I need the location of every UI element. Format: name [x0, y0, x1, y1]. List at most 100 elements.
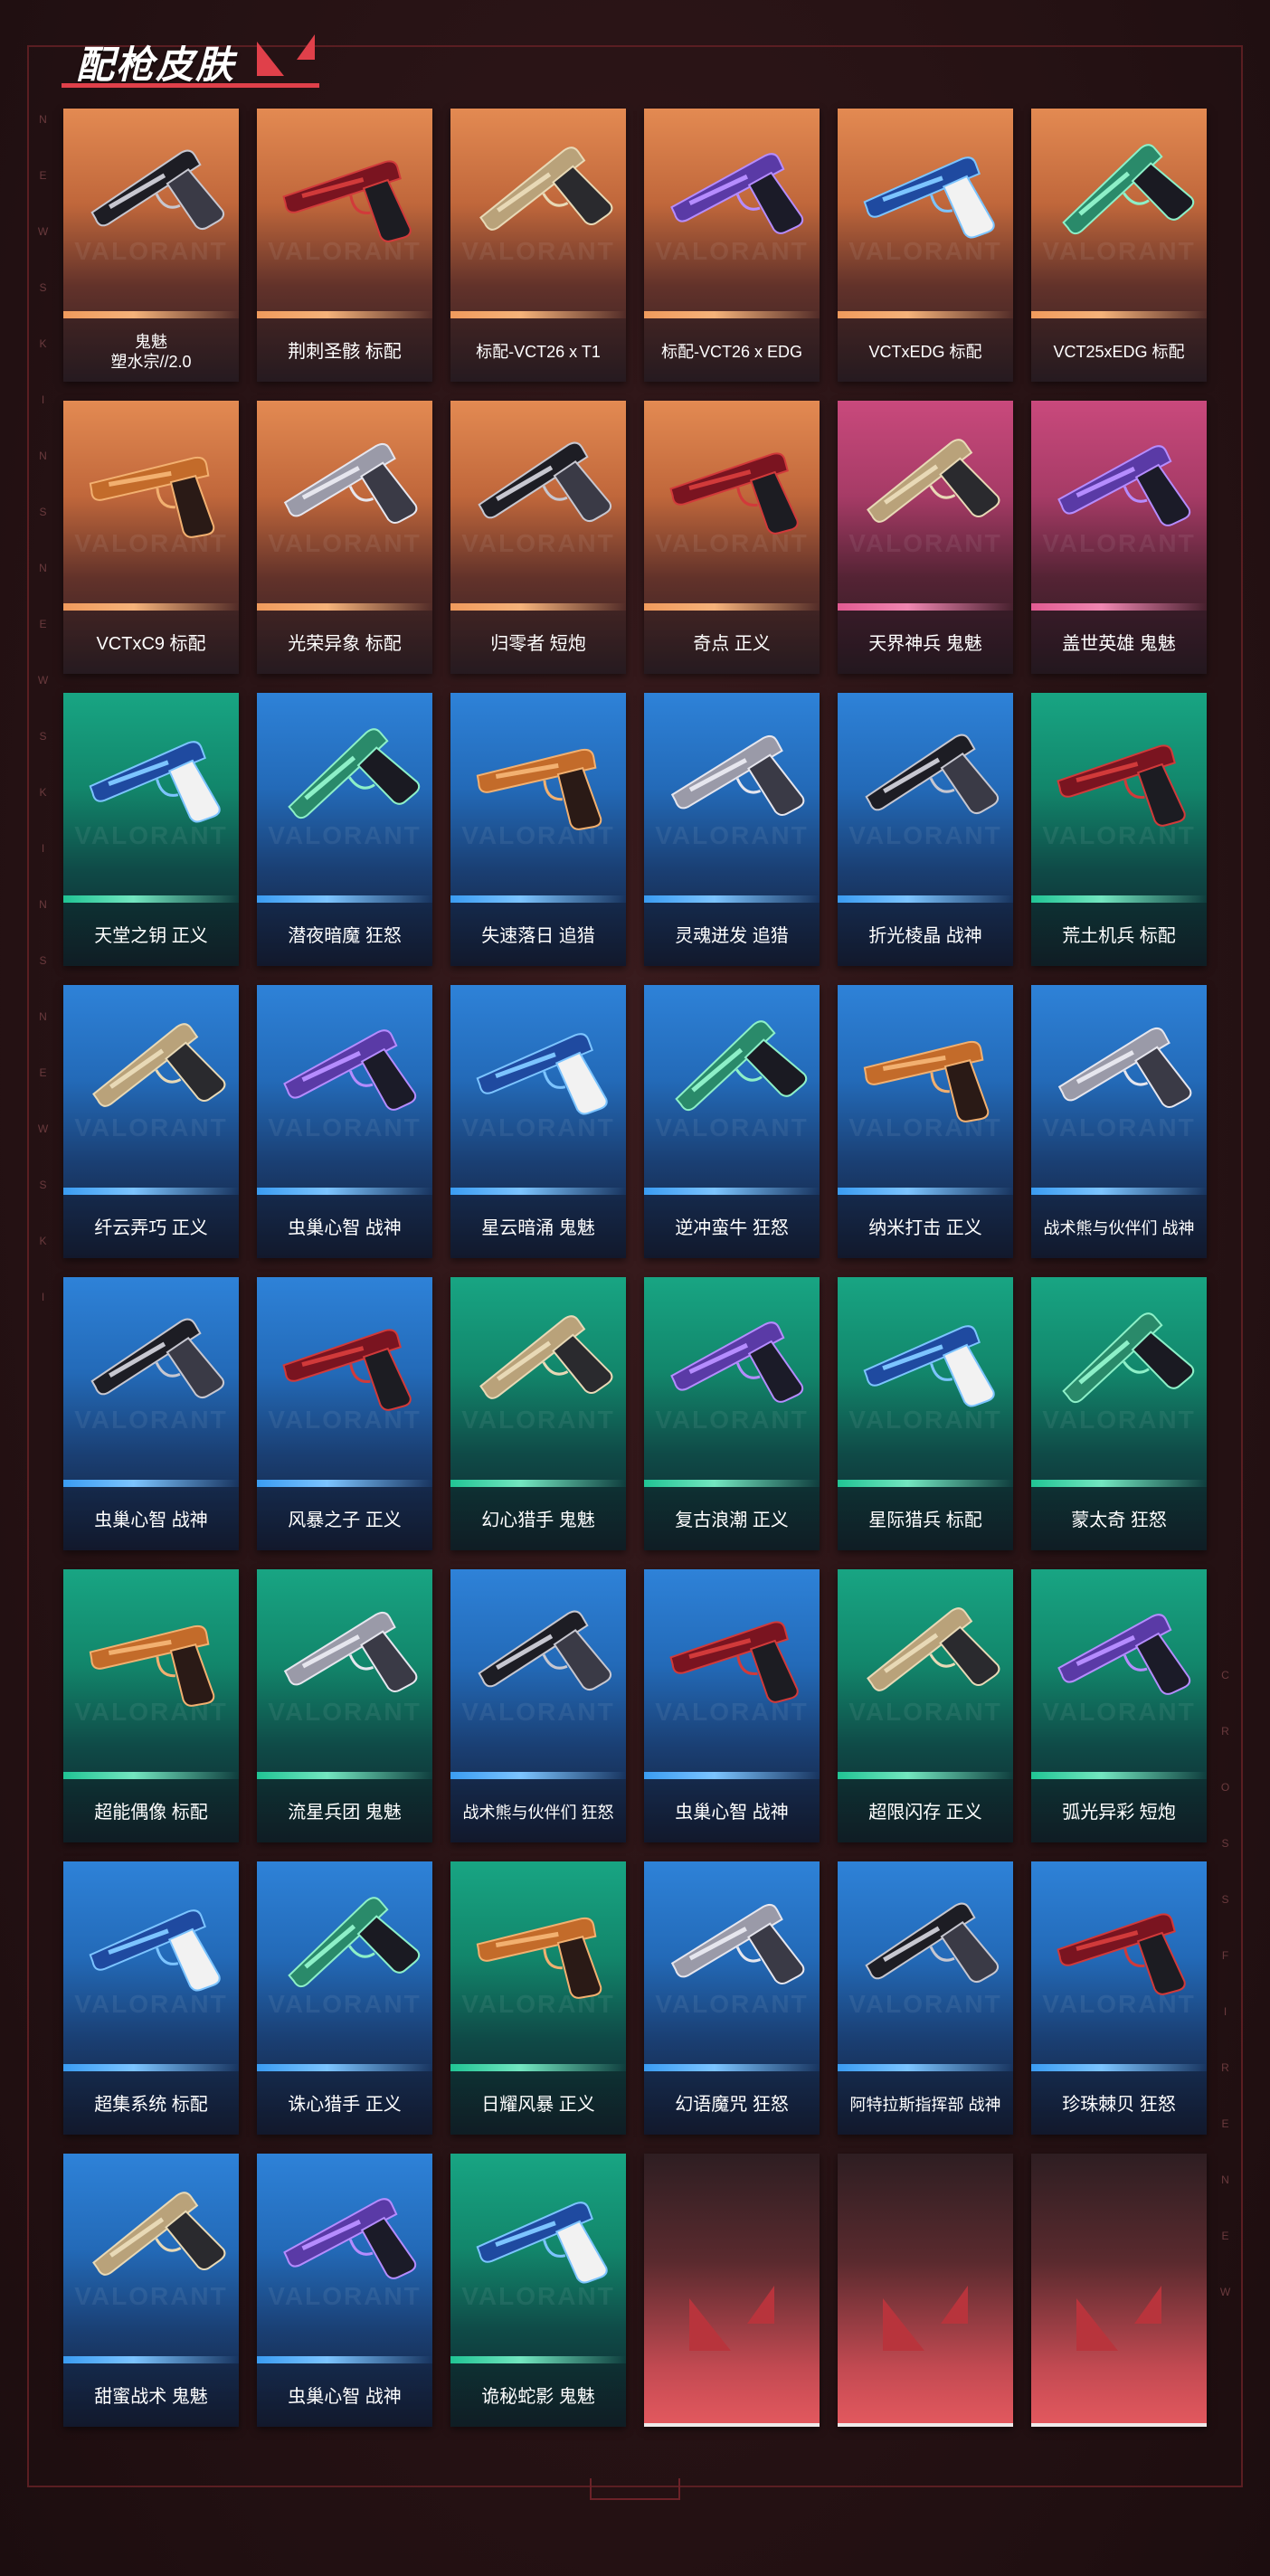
- valorant-logo-icon: [883, 2286, 968, 2351]
- skin-card[interactable]: VALORANT 天堂之钥 正义: [63, 693, 239, 966]
- skin-card[interactable]: VALORANT 流星兵团 鬼魅: [257, 1569, 432, 1842]
- skin-card[interactable]: VALORANT 珍珠棘贝 狂怒: [1031, 1861, 1207, 2135]
- side-letter: E: [1221, 2117, 1230, 2130]
- skin-card[interactable]: VALORANT 归零者 短炮: [450, 401, 626, 674]
- skin-card[interactable]: VALORANT 标配-VCT26 x EDG: [644, 109, 820, 382]
- rarity-stripe: [257, 603, 432, 611]
- skin-card[interactable]: VALORANT 超集系统 标配: [63, 1861, 239, 2135]
- skin-name-label: 幻语魔咒 狂怒: [675, 2095, 789, 2115]
- skin-name-label: 荆刺圣骸 标配: [288, 342, 402, 362]
- side-letter: N: [39, 450, 48, 462]
- skin-name-label: 流星兵团 鬼魅: [288, 1803, 402, 1823]
- skin-card[interactable]: VALORANT 日耀风暴 正义: [450, 1861, 626, 2135]
- pistol-icon: [1057, 445, 1191, 526]
- rarity-stripe: [1031, 311, 1207, 318]
- skin-card[interactable]: VALORANT 盖世英雄 鬼魅: [1031, 401, 1207, 674]
- pistol-icon: [1057, 744, 1186, 827]
- skin-card[interactable]: VALORANT 超能偶像 标配: [63, 1569, 239, 1842]
- skin-card[interactable]: VALORANT 风暴之子 正义: [257, 1277, 432, 1550]
- side-letter: N: [39, 562, 48, 574]
- pistol-icon: [675, 1020, 808, 1112]
- empty-skin-slot[interactable]: [838, 2154, 1013, 2427]
- skin-card[interactable]: VALORANT 幻心猎手 鬼魅: [450, 1277, 626, 1550]
- skin-card[interactable]: VALORANT 纤云弄巧 正义: [63, 985, 239, 1258]
- skin-card[interactable]: VALORANT 超限闪存 正义: [838, 1569, 1013, 1842]
- empty-skin-slot[interactable]: [1031, 2154, 1207, 2427]
- skin-card[interactable]: VALORANT 光荣异象 标配: [257, 401, 432, 674]
- rarity-stripe: [838, 311, 1013, 318]
- skin-card[interactable]: VALORANT 阿特拉斯指挥部 战神: [838, 1861, 1013, 2135]
- skin-name-label: VCTxC9 标配: [96, 634, 206, 654]
- rarity-stripe: [644, 1772, 820, 1779]
- rarity-stripe: [1031, 1188, 1207, 1195]
- skin-card[interactable]: VALORANT 战术熊与伙伴们 战神: [1031, 985, 1207, 1258]
- skin-name-label: 星际猎兵 标配: [868, 1511, 982, 1530]
- pistol-icon: [1057, 1913, 1186, 1995]
- skin-card[interactable]: VALORANT 失速落日 追猎: [450, 693, 626, 966]
- pistol-icon: [478, 441, 612, 523]
- skin-card[interactable]: VALORANT 标配-VCT26 x T1: [450, 109, 626, 382]
- pistol-icon: [1062, 1312, 1195, 1404]
- skin-card[interactable]: VALORANT 折光棱晶 战神: [838, 693, 1013, 966]
- pistol-icon: [89, 1624, 215, 1707]
- pistol-icon: [282, 160, 412, 242]
- rarity-stripe: [450, 2356, 626, 2363]
- pistol-icon: [89, 1909, 221, 1992]
- skin-card[interactable]: VALORANT 蒙太奇 狂怒: [1031, 1277, 1207, 1550]
- skin-card[interactable]: VALORANT 虫巢心智 战神: [257, 2154, 432, 2427]
- skin-name-label: 诛心猎手 正义: [288, 2095, 402, 2115]
- skin-card[interactable]: VALORANT 甜蜜战术 鬼魅: [63, 2154, 239, 2427]
- side-letter: I: [1223, 2005, 1228, 2018]
- skin-card[interactable]: VALORANT 荆刺圣骸 标配: [257, 109, 432, 382]
- skin-card[interactable]: VALORANT 虫巢心智 战神: [63, 1277, 239, 1550]
- skin-name-label: 幻心猎手 鬼魅: [481, 1511, 595, 1530]
- skin-card[interactable]: VALORANT 纳米打击 正义: [838, 985, 1013, 1258]
- rarity-stripe: [63, 1772, 239, 1779]
- side-letter: N: [39, 898, 48, 911]
- skin-card[interactable]: VALORANT 诡秘蛇影 鬼魅: [450, 2154, 626, 2427]
- skin-card[interactable]: VALORANT 灵魂迸发 追猎: [644, 693, 820, 966]
- pistol-icon: [1057, 1614, 1191, 1695]
- skin-card[interactable]: VALORANT 诛心猎手 正义: [257, 1861, 432, 2135]
- skin-card[interactable]: VALORANT 幻语魔咒 狂怒: [644, 1861, 820, 2135]
- skin-name-label: 阿特拉斯指挥部 战神: [849, 2096, 1001, 2114]
- side-letter: W: [37, 1122, 50, 1135]
- side-letter: S: [39, 730, 48, 743]
- skin-card[interactable]: VALORANT 鬼魅 塑水宗//2.0: [63, 109, 239, 382]
- skin-card[interactable]: VALORANT 逆冲蛮牛 狂怒: [644, 985, 820, 1258]
- pistol-icon: [288, 728, 421, 819]
- pistol-icon: [865, 734, 1000, 815]
- side-letter: F: [1221, 1949, 1230, 1962]
- rarity-stripe: [63, 1188, 239, 1195]
- skin-name-label: 虫巢心智 战神: [94, 1511, 208, 1530]
- rarity-stripe: [63, 311, 239, 318]
- skin-card[interactable]: VALORANT 荒土机兵 标配: [1031, 693, 1207, 966]
- skin-card[interactable]: VALORANT 虫巢心智 战神: [644, 1569, 820, 1842]
- skin-card[interactable]: VALORANT 弧光异彩 短炮: [1031, 1569, 1207, 1842]
- side-letter: W: [37, 674, 50, 687]
- skin-card[interactable]: VALORANT 星云暗涌 鬼魅: [450, 985, 626, 1258]
- rarity-stripe: [257, 2064, 432, 2071]
- rarity-stripe: [257, 1480, 432, 1487]
- pistol-icon: [283, 1611, 418, 1693]
- pistol-icon: [670, 153, 804, 234]
- skin-card[interactable]: VALORANT 星际猎兵 标配: [838, 1277, 1013, 1550]
- rarity-stripe: [838, 1188, 1013, 1195]
- skin-card[interactable]: VALORANT VCTxC9 标配: [63, 401, 239, 674]
- skin-card[interactable]: VALORANT 虫巢心智 战神: [257, 985, 432, 1258]
- rarity-stripe: [450, 895, 626, 903]
- skin-card[interactable]: VALORANT VCT25xEDG 标配: [1031, 109, 1207, 382]
- rarity-stripe: [450, 603, 626, 611]
- side-letter: S: [1221, 1837, 1230, 1850]
- pistol-icon: [283, 442, 418, 525]
- skin-card[interactable]: VALORANT VCTxEDG 标配: [838, 109, 1013, 382]
- skin-card[interactable]: VALORANT 奇点 正义: [644, 401, 820, 674]
- valorant-logo-icon: [1076, 2286, 1161, 2351]
- empty-skin-slot[interactable]: [644, 2154, 820, 2427]
- skin-card[interactable]: VALORANT 潜夜暗魔 狂怒: [257, 693, 432, 966]
- skin-card[interactable]: VALORANT 复古浪潮 正义: [644, 1277, 820, 1550]
- skin-card[interactable]: VALORANT 战术熊与伙伴们 狂怒: [450, 1569, 626, 1842]
- rarity-stripe: [63, 2064, 239, 2071]
- skin-card[interactable]: VALORANT 天界神兵 鬼魅: [838, 401, 1013, 674]
- title-underline: [62, 83, 319, 88]
